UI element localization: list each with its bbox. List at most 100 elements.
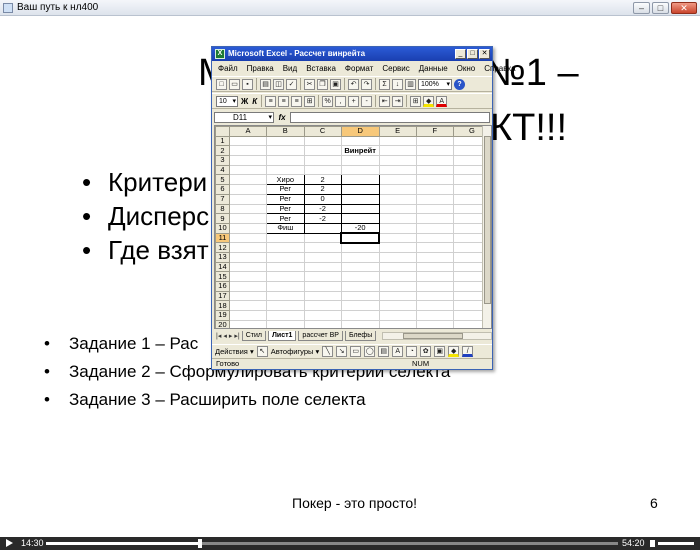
diagram-icon[interactable]: ◔ xyxy=(406,345,418,357)
redo-icon[interactable]: ↷ xyxy=(361,78,372,90)
cell-d20[interactable] xyxy=(340,319,380,328)
row-header[interactable]: 5 xyxy=(215,174,230,186)
menu-insert[interactable]: Вставка xyxy=(306,64,336,73)
font-size-select[interactable]: 10 xyxy=(216,95,238,107)
cell-a3[interactable] xyxy=(228,155,268,166)
cell-c7[interactable]: 0 xyxy=(303,193,342,205)
cell-c20[interactable] xyxy=(303,319,342,328)
cell-a2[interactable] xyxy=(228,145,268,157)
cell-e11[interactable] xyxy=(378,232,417,244)
cell-b20[interactable] xyxy=(266,319,305,328)
undo-icon[interactable]: ↶ xyxy=(348,78,359,90)
cell-f13[interactable] xyxy=(415,251,454,263)
prev-sheet-icon[interactable]: ◂ xyxy=(223,332,227,340)
cell-d1[interactable] xyxy=(340,135,380,147)
cell-b19[interactable] xyxy=(266,310,305,321)
cell-f4[interactable] xyxy=(415,164,454,176)
vertical-scrollbar[interactable] xyxy=(482,126,491,328)
borders-icon[interactable]: ⊞ xyxy=(410,95,422,107)
cell-b10[interactable]: Фиш xyxy=(266,222,305,234)
cell-table[interactable]: A B C D E F G 1 2 Винрейт 3 4 5 Хиро 2 6 Рег 2 7 Рег… xyxy=(215,126,491,328)
cell-e7[interactable] xyxy=(378,193,417,205)
row-header[interactable]: 18 xyxy=(215,300,230,312)
cell-c8[interactable]: -2 xyxy=(303,203,342,215)
cell-c11[interactable] xyxy=(303,232,342,244)
align-right-icon[interactable]: ≡ xyxy=(291,95,303,107)
cell-d8[interactable] xyxy=(340,203,380,215)
textbox-icon[interactable]: ▤ xyxy=(378,345,390,357)
cell-b12[interactable] xyxy=(266,242,305,253)
cell-e17[interactable] xyxy=(378,290,417,302)
cell-a7[interactable] xyxy=(228,193,268,205)
cell-c1[interactable] xyxy=(303,135,342,147)
cell-b17[interactable] xyxy=(266,290,305,302)
first-sheet-icon[interactable]: |◂ xyxy=(216,332,221,340)
percent-icon[interactable]: % xyxy=(322,95,334,107)
thousands-icon[interactable]: , xyxy=(335,95,347,107)
cell-a17[interactable] xyxy=(228,290,268,302)
cell-a14[interactable] xyxy=(228,261,268,273)
copy-icon[interactable]: ❐ xyxy=(317,78,328,90)
play-icon[interactable] xyxy=(6,539,13,547)
row-header[interactable]: 9 xyxy=(215,213,230,224)
cell-c15[interactable] xyxy=(303,271,342,282)
align-center-icon[interactable]: ≡ xyxy=(278,95,290,107)
cell-a16[interactable] xyxy=(228,281,268,292)
cell-a12[interactable] xyxy=(228,242,268,253)
cell-a11[interactable] xyxy=(228,232,268,244)
cell-f7[interactable] xyxy=(415,193,454,205)
scroll-thumb[interactable] xyxy=(403,333,464,339)
cell-f3[interactable] xyxy=(415,155,454,166)
cell-e5[interactable] xyxy=(378,174,417,186)
cell-d15[interactable] xyxy=(340,271,380,282)
line-color-icon[interactable]: / xyxy=(462,345,474,357)
row-header[interactable]: 15 xyxy=(215,271,230,282)
decrease-decimal-icon[interactable]: - xyxy=(361,95,373,107)
cell-f14[interactable] xyxy=(415,261,454,273)
row-header[interactable]: 3 xyxy=(215,155,230,166)
menu-view[interactable]: Вид xyxy=(283,64,297,73)
column-header[interactable]: D xyxy=(340,126,380,137)
increase-decimal-icon[interactable]: + xyxy=(348,95,360,107)
cell-b6[interactable]: Рег xyxy=(266,184,305,195)
cell-c12[interactable] xyxy=(303,242,342,253)
cell-e16[interactable] xyxy=(378,281,417,292)
cell-b15[interactable] xyxy=(266,271,305,282)
volume-slider[interactable] xyxy=(658,542,694,545)
cell-a10[interactable] xyxy=(228,222,268,234)
cell-e2[interactable] xyxy=(378,145,417,157)
help-icon[interactable]: ? xyxy=(454,78,465,90)
cell-f6[interactable] xyxy=(415,184,454,195)
cell-a15[interactable] xyxy=(228,271,268,282)
cell-e12[interactable] xyxy=(378,242,417,253)
autosum-icon[interactable]: Σ xyxy=(379,78,390,90)
chart-icon[interactable]: ▥ xyxy=(405,78,416,90)
menu-format[interactable]: Формат xyxy=(345,64,373,73)
row-header[interactable]: 4 xyxy=(215,164,230,176)
cell-a5[interactable] xyxy=(228,174,268,186)
row-header[interactable]: 13 xyxy=(215,251,230,263)
autoshapes-menu[interactable]: Автофигуры ▾ xyxy=(271,347,320,356)
seek-bar[interactable] xyxy=(46,539,618,548)
next-sheet-icon[interactable]: ▸ xyxy=(229,332,233,340)
cell-c6[interactable]: 2 xyxy=(303,184,342,195)
row-header[interactable]: 7 xyxy=(215,193,230,205)
picture-icon[interactable]: ▣ xyxy=(434,345,446,357)
cell-c3[interactable] xyxy=(303,155,342,166)
sheet-tab[interactable]: Стил xyxy=(241,331,266,341)
align-left-icon[interactable]: ≡ xyxy=(265,95,277,107)
menu-edit[interactable]: Правка xyxy=(247,64,274,73)
cell-d18[interactable] xyxy=(340,300,380,312)
zoom-select[interactable]: 100% xyxy=(418,78,452,90)
cell-b3[interactable] xyxy=(266,155,305,166)
column-header[interactable]: E xyxy=(378,126,417,137)
row-header[interactable]: 14 xyxy=(215,261,230,273)
name-box[interactable]: D11 xyxy=(214,112,274,123)
scroll-thumb[interactable] xyxy=(484,136,491,304)
column-header[interactable]: B xyxy=(266,126,305,137)
column-header[interactable]: C xyxy=(303,126,342,137)
excel-restore-button[interactable]: □ xyxy=(467,49,478,59)
row-header[interactable]: 16 xyxy=(215,281,230,292)
cell-f11[interactable] xyxy=(415,232,454,244)
seek-handle[interactable] xyxy=(198,539,203,548)
